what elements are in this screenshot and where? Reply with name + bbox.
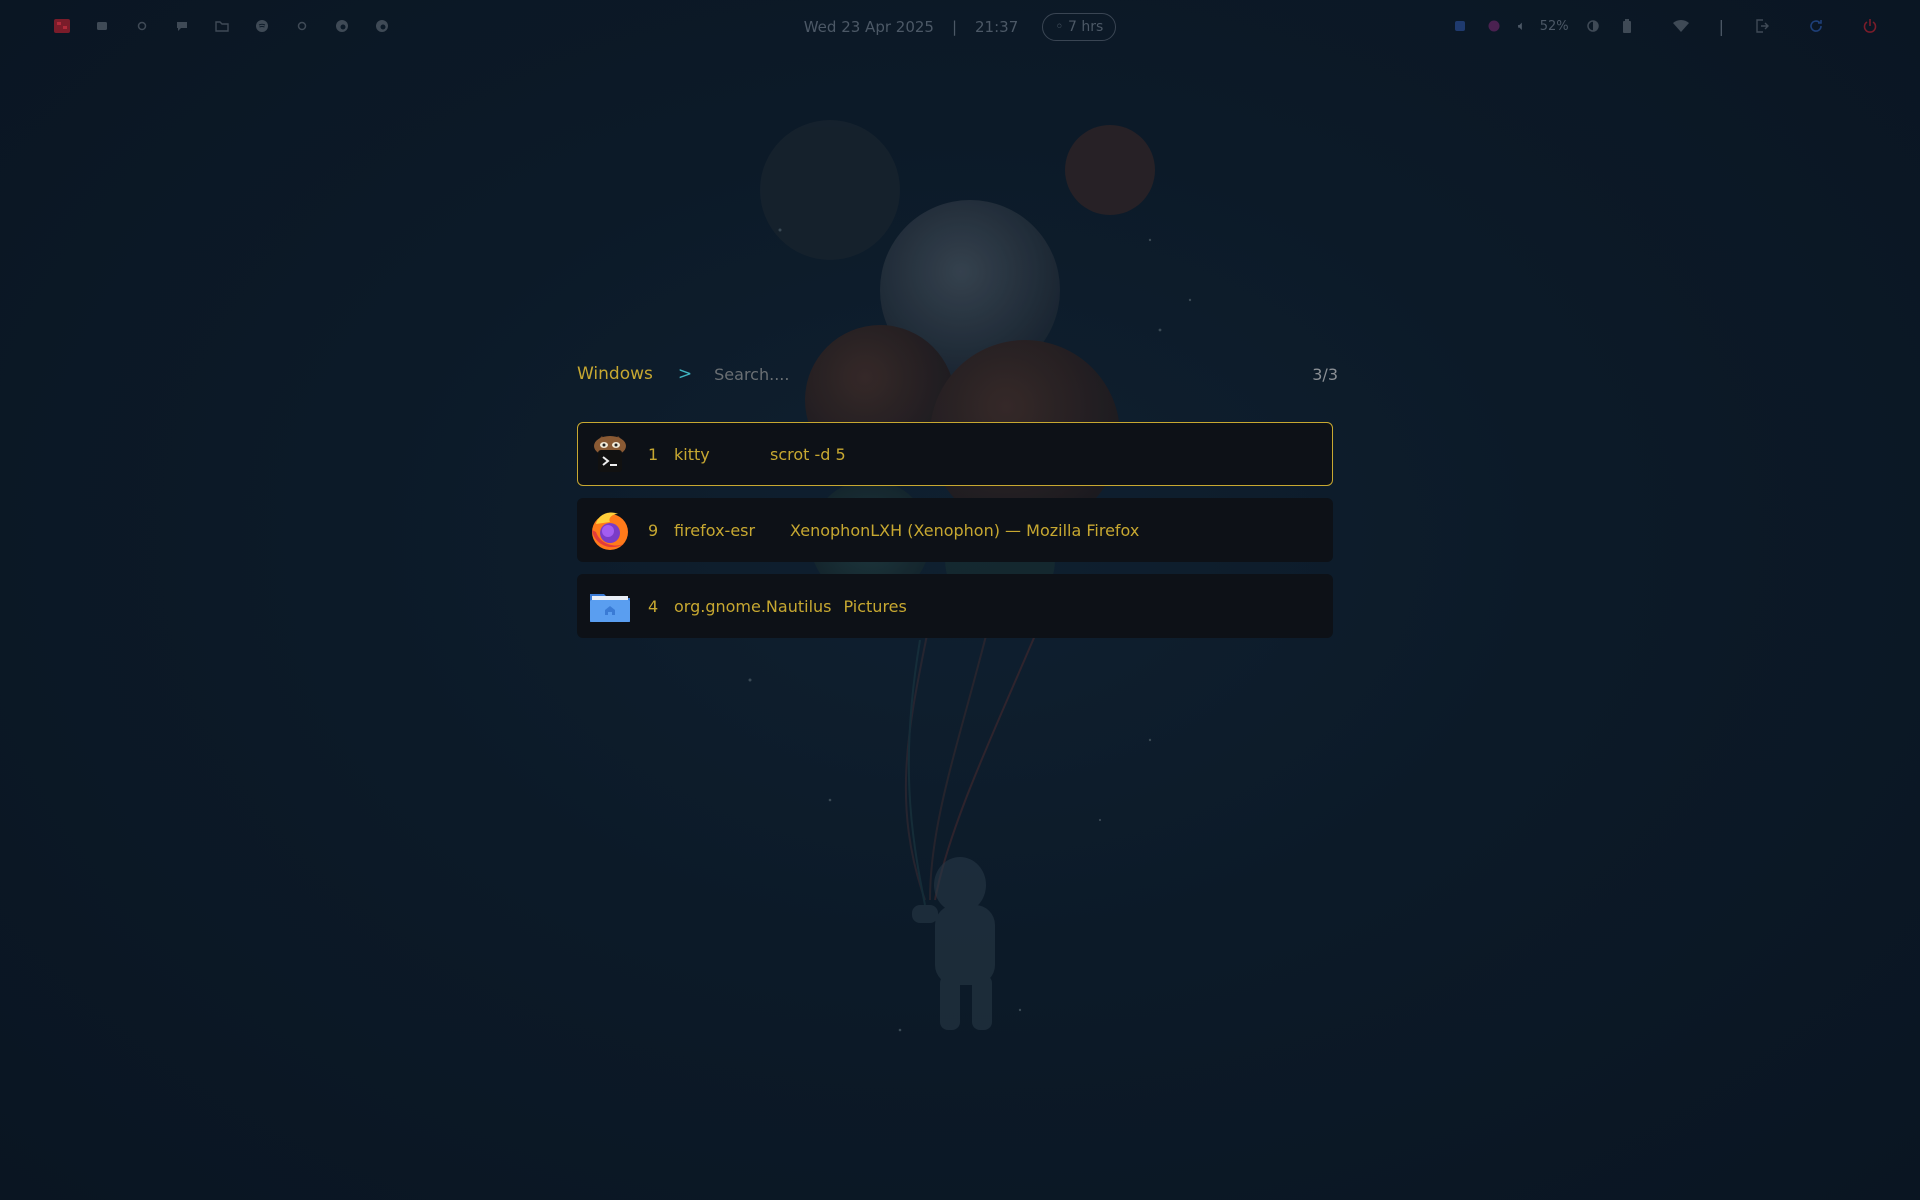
window-title: scrot -d 5: [770, 444, 846, 464]
result-row-firefox[interactable]: 9 firefox-esr XenophonLXH (Xenophon) — M…: [577, 498, 1333, 562]
astronaut: [912, 857, 995, 1030]
tray-app-icon[interactable]: [1450, 16, 1470, 36]
search-bar: Windows > 3/3: [577, 352, 1338, 396]
result-row-kitty[interactable]: 1 kitty scrot -d 5: [577, 422, 1333, 486]
uptime-icon: ◦: [1055, 19, 1068, 35]
firefox-icon: [592, 512, 628, 550]
prompt-symbol: >: [677, 364, 693, 384]
battery-icon[interactable]: [1617, 16, 1637, 36]
power-icon[interactable]: [1860, 16, 1880, 36]
tray-app-icon[interactable]: [1484, 16, 1504, 36]
window-title: XenophonLXH (Xenophon) — Mozilla Firefox: [790, 520, 1140, 540]
result-counter: 3/3: [1312, 364, 1338, 384]
workspace-number: 4: [648, 596, 659, 616]
result-row-nautilus[interactable]: 4 org.gnome.Nautilus Pictures: [577, 574, 1333, 638]
window-title: Pictures: [843, 596, 907, 616]
date-text: Wed 23 Apr 2025: [803, 18, 934, 36]
time-text: 21:37: [975, 18, 1019, 36]
uptime-label: 7 hrs: [1067, 19, 1104, 35]
kitty-icon: [594, 436, 626, 472]
search-input[interactable]: [712, 363, 1217, 385]
divider: |: [1718, 16, 1724, 36]
workspace-number: 9: [648, 520, 659, 540]
window-class: org.gnome.Nautilus: [674, 596, 832, 616]
top-bar: Wed 23 Apr 2025 | 21:37 ◦ 7 hrs 🔈︎ 52% |: [0, 0, 1920, 52]
separator: |: [951, 18, 958, 36]
uptime-badge[interactable]: ◦ 7 hrs: [1042, 13, 1117, 41]
window-class: firefox-esr: [674, 520, 756, 540]
mode-label[interactable]: Windows: [577, 364, 653, 384]
logout-icon[interactable]: [1752, 16, 1772, 36]
wifi-icon[interactable]: [1671, 16, 1691, 36]
folder-icon: [590, 594, 630, 622]
workspace-number: 1: [648, 444, 659, 464]
volume-icon[interactable]: 🔈︎: [1518, 19, 1526, 34]
brightness-icon[interactable]: [1583, 16, 1603, 36]
window-class: kitty: [674, 444, 710, 464]
volume-level: 52%: [1539, 18, 1569, 34]
window-switcher: Windows > 3/3 1 kitty scrot -d 5: [577, 352, 1338, 650]
refresh-icon[interactable]: [1806, 16, 1826, 36]
system-tray: 🔈︎ 52% |: [1450, 14, 1880, 38]
results-list: 1 kitty scrot -d 5 9 firefox-esr Xenopho…: [577, 422, 1333, 638]
